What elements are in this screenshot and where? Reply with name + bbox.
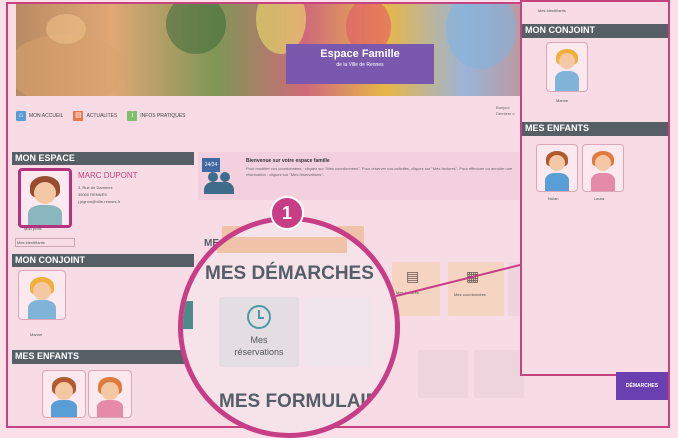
inset-enfants-heading: MES ENFANTS	[522, 122, 668, 136]
zoom-tile-label-1: Mes	[250, 335, 268, 345]
nav-label: ACTUALITES	[86, 113, 118, 119]
nav-item-infos[interactable]: i INFOS PRATIQUES	[127, 111, 186, 121]
tile-label: Mes factures	[396, 290, 419, 295]
nav-item-accueil[interactable]: ⌂ MON ACCUEIL	[16, 111, 63, 121]
mon-conjoint-heading: MON CONJOINT	[12, 254, 194, 267]
inset-avatar-conjoint[interactable]	[546, 42, 588, 92]
zoom-heading-demarches: MES DÉMARCHES	[205, 263, 374, 284]
tile-placeholder	[418, 350, 468, 398]
inset-conjoint-name: Marine	[556, 98, 569, 103]
identifiants-link[interactable]: Mes identifiants	[15, 238, 75, 247]
tile-factures[interactable]: ▤ Mes factures	[392, 262, 440, 316]
zoom-lens: MES DÉMARCHES Mes réservations MES FORMU…	[178, 216, 400, 438]
welcome-text: Pour modifier vos coordonnées : cliquez …	[246, 166, 513, 177]
avatar-caption: Mon profil	[24, 226, 42, 231]
zoom-tab-strip	[217, 237, 347, 253]
family-icon	[204, 172, 238, 196]
inset-child2-name: Laura	[594, 196, 605, 201]
zoom-heading-stub: MES	[191, 421, 215, 433]
avatar-body	[51, 400, 77, 417]
avatar-body	[591, 173, 615, 191]
avatar-body	[28, 300, 56, 319]
avatar-body	[555, 71, 579, 91]
inset-child1-name: Nolan	[548, 196, 559, 201]
tile-placeholder	[474, 350, 524, 398]
inset-avatar-child-girl[interactable]	[582, 144, 624, 192]
tile-label: Mes coordonnées	[454, 292, 486, 297]
banner: Espace Famille de la Ville de Rennes	[16, 4, 544, 96]
last-connection: Derniere c	[496, 111, 515, 116]
inset-panel: Mes identifiants MON CONJOINT Marine MES…	[520, 0, 670, 376]
welcome-badge: 24/24	[202, 158, 220, 172]
header-user-info: Bonjour Derniere c	[496, 105, 514, 117]
home-icon: ⌂	[16, 111, 26, 121]
avatar-body	[97, 400, 123, 417]
mon-espace-heading: MON ESPACE	[12, 152, 194, 165]
avatar-body	[28, 205, 62, 225]
avatar-face	[101, 382, 119, 400]
tile-coordonnees[interactable]: ▦ Mes coordonnées	[448, 262, 504, 316]
inset-avatar-child-boy[interactable]	[536, 144, 578, 192]
avatar-face	[595, 155, 611, 171]
document-icon: ▤	[406, 268, 420, 284]
conjoint-name: Marine	[30, 332, 43, 337]
banner-subtitle: de la Ville de Rennes	[336, 62, 384, 68]
step-number-badge: 1	[270, 196, 304, 230]
nav-label: INFOS PRATIQUES	[140, 113, 186, 119]
zoom-side-marker	[183, 301, 193, 329]
banner-title: Espace Famille	[320, 48, 400, 60]
inset-top-text: Mes identifiants	[538, 8, 566, 13]
avatar-child-boy[interactable]	[42, 370, 86, 418]
demarches-button[interactable]: DÉMARCHES	[616, 372, 668, 400]
info-icon: i	[127, 111, 138, 121]
zoom-tile-reservations[interactable]: Mes réservations	[219, 297, 299, 367]
banner-title-box: Espace Famille de la Ville de Rennes	[286, 44, 434, 84]
zoom-heading-formulaires: MES FORMULAIRES	[219, 391, 400, 412]
user-name: MARC DUPONT	[78, 171, 138, 180]
form-icon: ▦	[466, 268, 480, 284]
zoom-tile-label-2: réservations	[234, 347, 284, 357]
child-photo	[446, 4, 516, 69]
avatar-face	[33, 282, 51, 300]
mes-enfants-heading: MES ENFANTS	[12, 350, 194, 364]
grapefruit-image	[46, 14, 86, 44]
avatar-face	[559, 53, 575, 69]
clock-icon	[247, 305, 271, 329]
avatar-face	[549, 155, 565, 171]
avatar-conjoint[interactable]	[18, 270, 66, 320]
avatar-face	[55, 382, 73, 400]
nav-label: MON ACCUEIL	[29, 113, 64, 119]
welcome-panel: 24/24 Bienvenue sur votre espace famille…	[198, 152, 528, 200]
welcome-title: Bienvenue sur votre espace famille	[246, 158, 330, 164]
user-city: 35000 RENNES	[78, 192, 107, 197]
zoom-tile-empty	[305, 297, 373, 367]
avatar-body	[545, 173, 569, 191]
avatar-user[interactable]	[18, 168, 72, 228]
user-email: j.pignon@ville-rennes.fr	[78, 199, 121, 204]
nav-item-actualites[interactable]: ▤ ACTUALITES	[73, 111, 117, 121]
avatar-face	[34, 182, 56, 204]
avatar-child-girl[interactable]	[88, 370, 132, 418]
inset-conjoint-heading: MON CONJOINT	[522, 24, 668, 38]
user-address: 3, Rue de Dammes	[78, 185, 113, 190]
main-nav: ⌂ MON ACCUEIL ▤ ACTUALITES i INFOS PRATI…	[16, 108, 186, 124]
child-photo	[166, 4, 226, 54]
news-icon: ▤	[73, 111, 84, 121]
